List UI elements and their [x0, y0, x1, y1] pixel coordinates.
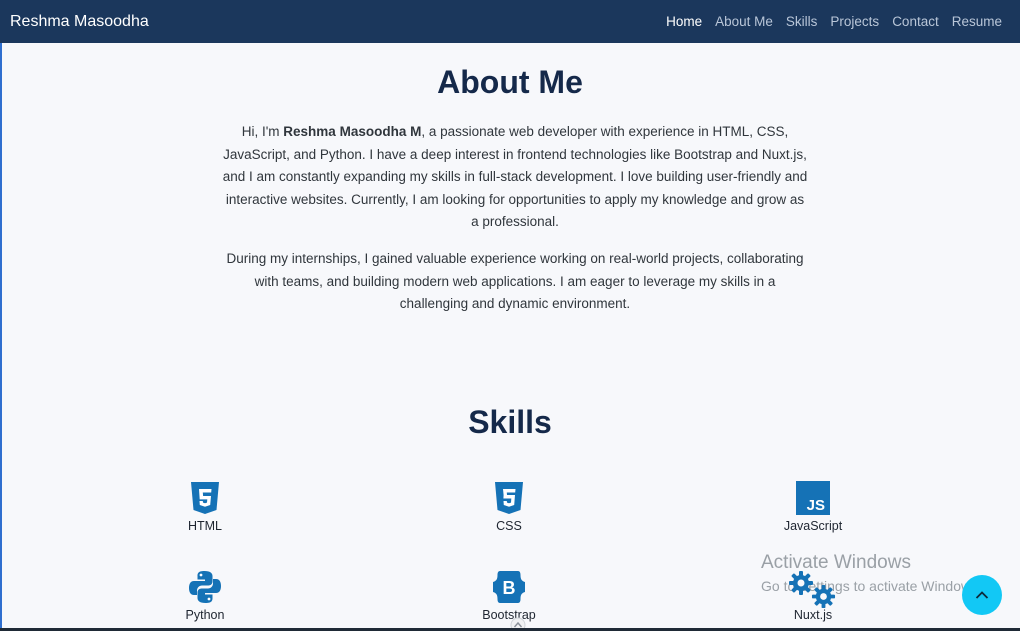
about-title: About Me [437, 64, 583, 100]
left-border [0, 43, 2, 631]
about-paragraph-1: Hi, I'm Reshma Masoodha M, a passionate … [222, 121, 808, 234]
skill-label: JavaScript [783, 519, 843, 533]
nav-link-about[interactable]: About Me [715, 14, 773, 29]
nav-links: Home About Me Skills Projects Contact Re… [653, 14, 1002, 29]
nav-link-resume[interactable]: Resume [952, 14, 1002, 29]
brand-name[interactable]: Reshma Masoodha [10, 13, 149, 31]
bootstrap-icon: B [493, 571, 525, 603]
svg-text:JS: JS [807, 497, 825, 514]
nav-link-home[interactable]: Home [666, 14, 702, 29]
nav-link-skills[interactable]: Skills [786, 14, 818, 29]
skill-css: CSS [449, 481, 569, 533]
skill-label: Python [185, 608, 225, 622]
about-name: Reshma Masoodha M [283, 124, 422, 139]
navbar: Reshma Masoodha Home About Me Skills Pro… [0, 0, 1020, 43]
javascript-icon: JS [796, 481, 830, 515]
skill-python: Python [145, 570, 265, 622]
skill-label: Bootstrap [482, 608, 536, 622]
about-intro-rest: , a passionate web developer with experi… [222, 124, 808, 229]
html5-icon [191, 482, 219, 514]
scroll-to-top-button[interactable] [962, 575, 1002, 615]
skill-label: HTML [187, 519, 223, 533]
python-icon [189, 571, 221, 603]
skill-label: Nuxt.js [793, 608, 833, 622]
skill-bootstrap: B Bootstrap [449, 570, 569, 622]
skill-javascript: JS JavaScript [753, 481, 873, 533]
skill-label: CSS [496, 519, 522, 533]
chevron-up-icon [975, 591, 989, 599]
about-paragraph-2: During my internships, I gained valuable… [226, 251, 804, 311]
skills-title: Skills [468, 404, 552, 440]
skill-html: HTML [145, 481, 265, 533]
activate-windows-title: Activate Windows [761, 552, 911, 573]
gear-icon [811, 584, 836, 609]
svg-text:B: B [503, 578, 516, 598]
nav-link-projects[interactable]: Projects [830, 14, 879, 29]
nav-link-contact[interactable]: Contact [892, 14, 939, 29]
css3-icon [495, 482, 523, 514]
about-intro: Hi, I'm [241, 124, 284, 139]
